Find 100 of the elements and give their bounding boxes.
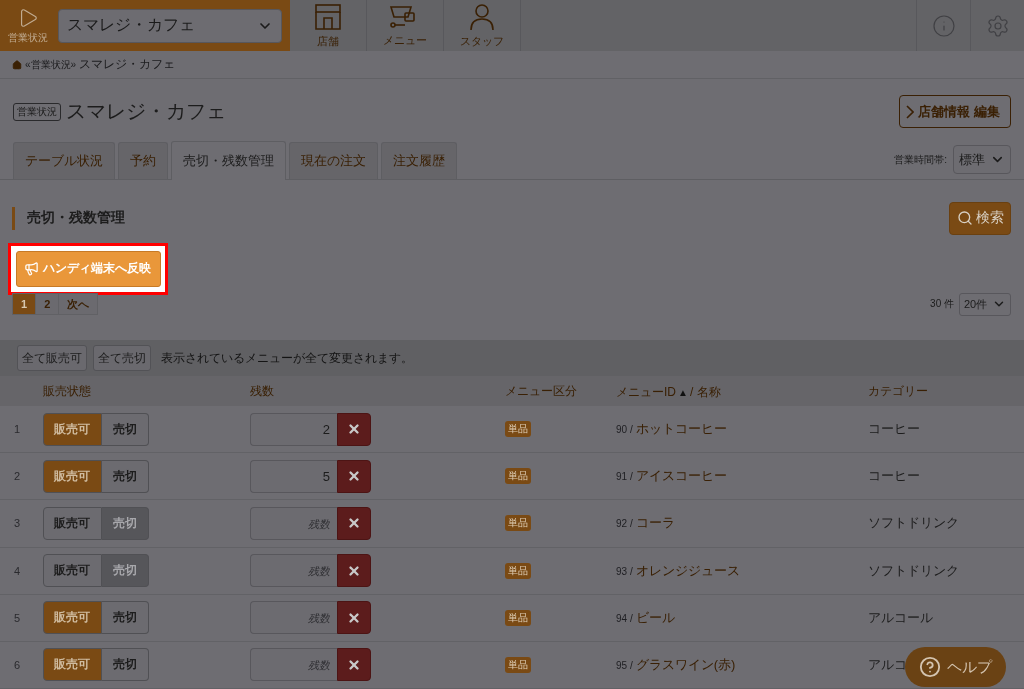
- type-tag: 単品: [505, 468, 531, 485]
- column-header[interactable]: 販売状態: [43, 382, 250, 400]
- close-icon: [347, 516, 361, 531]
- menu-id: 95 /: [616, 659, 633, 671]
- menu-id: 91 /: [616, 471, 633, 483]
- nav-item[interactable]: メニュー: [367, 0, 444, 52]
- category-cell: コーヒー: [868, 420, 920, 439]
- chevron-right-icon: [906, 104, 915, 119]
- type-tag: 単品: [505, 515, 531, 532]
- remaining-field[interactable]: 5: [250, 459, 337, 493]
- status-toggle[interactable]: 販売可: [43, 601, 102, 635]
- status-toggle[interactable]: 売切: [101, 506, 149, 540]
- clear-button[interactable]: [337, 506, 371, 540]
- per-page-select[interactable]: 20件: [959, 292, 1011, 316]
- tab[interactable]: テーブル状況: [13, 141, 115, 179]
- breadcrumb-link[interactable]: «営業状況»: [25, 57, 77, 72]
- total-count: 30 件: [930, 297, 954, 312]
- time-band-select[interactable]: 標準: [953, 145, 1011, 175]
- clear-button[interactable]: [337, 554, 371, 588]
- breadcrumb-current: スマレジ・カフェ: [79, 56, 176, 74]
- section-title: 売切・残数管理: [12, 206, 125, 230]
- close-icon: [347, 563, 361, 578]
- menu-name-link[interactable]: コーラ: [635, 514, 675, 533]
- page-title: スマレジ・カフェ: [66, 99, 226, 125]
- tab[interactable]: 予約: [118, 141, 168, 179]
- clear-button[interactable]: [337, 459, 371, 493]
- remaining-field[interactable]: 2: [250, 412, 337, 446]
- row-number: 4: [14, 564, 22, 577]
- status-toggle[interactable]: 販売可: [43, 554, 102, 588]
- menu-id: 90 /: [616, 424, 633, 436]
- type-tag: 単品: [505, 609, 531, 626]
- menu-name-link[interactable]: ビール: [635, 608, 675, 627]
- tab[interactable]: 注文履歴: [381, 141, 457, 179]
- menu-id: 94 /: [616, 612, 633, 624]
- close-icon: [347, 610, 361, 625]
- category-cell: アルコール: [868, 608, 933, 627]
- type-tag: 単品: [505, 656, 531, 673]
- search-button[interactable]: 検索: [949, 201, 1011, 235]
- time-band-label: 営業時間帯:: [894, 152, 947, 167]
- bulk-button[interactable]: 全て売切: [93, 345, 151, 372]
- tab[interactable]: 現在の注文: [289, 141, 378, 179]
- megaphone-icon: [24, 261, 39, 277]
- category-cell: コーヒー: [868, 467, 920, 486]
- menu-name-link[interactable]: ホットコーヒー: [635, 420, 727, 439]
- nav-item[interactable]: スタッフ: [444, 0, 521, 52]
- close-icon: [347, 657, 361, 672]
- category-cell: アルコ: [868, 655, 907, 674]
- help-icon: [919, 656, 941, 678]
- page-button[interactable]: 1: [12, 293, 37, 316]
- status-toggle[interactable]: 販売可: [43, 506, 102, 540]
- person-icon: [469, 2, 495, 31]
- help-button[interactable]: ヘルプ: [905, 647, 1006, 687]
- status-button[interactable]: 営業状況: [8, 6, 48, 45]
- tab[interactable]: 売切・残数管理: [171, 140, 286, 180]
- nav-item[interactable]: 店舗: [290, 0, 367, 52]
- status-toggle[interactable]: 販売可: [43, 648, 102, 682]
- row-number: 5: [14, 611, 22, 624]
- status-toggle[interactable]: 売切: [101, 601, 149, 635]
- clear-button[interactable]: [337, 412, 371, 446]
- menu-name-link[interactable]: グラスワイン(赤): [635, 655, 736, 674]
- close-icon: [347, 469, 361, 484]
- status-toggle[interactable]: 売切: [101, 412, 149, 446]
- info-icon: [931, 13, 956, 38]
- edit-store-button[interactable]: 店舗情報 編集: [899, 95, 1011, 129]
- bulk-button[interactable]: 全て販売可: [17, 345, 87, 372]
- type-tag: 単品: [505, 562, 531, 579]
- clear-button[interactable]: [337, 648, 371, 682]
- status-toggle[interactable]: 売切: [101, 459, 149, 493]
- menu-id: 92 /: [616, 518, 633, 530]
- row-number: 3: [14, 517, 22, 530]
- store-select[interactable]: スマレジ・カフェ: [58, 8, 282, 43]
- status-toggle[interactable]: 販売可: [43, 412, 102, 446]
- row-number: 2: [14, 470, 22, 483]
- column-header[interactable]: 残数: [250, 382, 505, 400]
- category-cell: ソフトドリンク: [868, 561, 959, 580]
- category-cell: ソフトドリンク: [868, 514, 959, 533]
- row-number: 1: [14, 423, 22, 436]
- settings-icon: [985, 13, 1010, 38]
- column-header[interactable]: / 名称: [689, 384, 721, 399]
- column-header[interactable]: メニュー区分: [505, 382, 616, 400]
- sort-indicator: ▲: [678, 386, 688, 398]
- page-button[interactable]: 2: [35, 293, 60, 316]
- home-icon[interactable]: [12, 59, 22, 70]
- row-number: 6: [14, 658, 22, 671]
- column-header[interactable]: メニューID: [616, 384, 676, 399]
- type-tag: 単品: [505, 421, 531, 438]
- status-toggle[interactable]: 販売可: [43, 459, 102, 493]
- status-toggle[interactable]: 売切: [101, 648, 149, 682]
- clear-button[interactable]: [337, 601, 371, 635]
- column-header[interactable]: カテゴリー: [868, 382, 1024, 400]
- status-tag: 営業状況: [13, 102, 61, 121]
- menu-name-link[interactable]: アイスコーヒー: [635, 467, 727, 486]
- close-icon: [347, 422, 361, 437]
- menu-id: 93 /: [616, 565, 633, 577]
- storefront-icon: [313, 2, 343, 31]
- bulk-note: 表示されているメニューが全て変更されます。: [161, 349, 413, 367]
- status-toggle[interactable]: 売切: [101, 554, 149, 588]
- menu-name-link[interactable]: オレンジジュース: [635, 561, 740, 580]
- sync-button[interactable]: ハンディ端末へ反映: [16, 250, 161, 287]
- page-button[interactable]: 次へ: [58, 293, 99, 316]
